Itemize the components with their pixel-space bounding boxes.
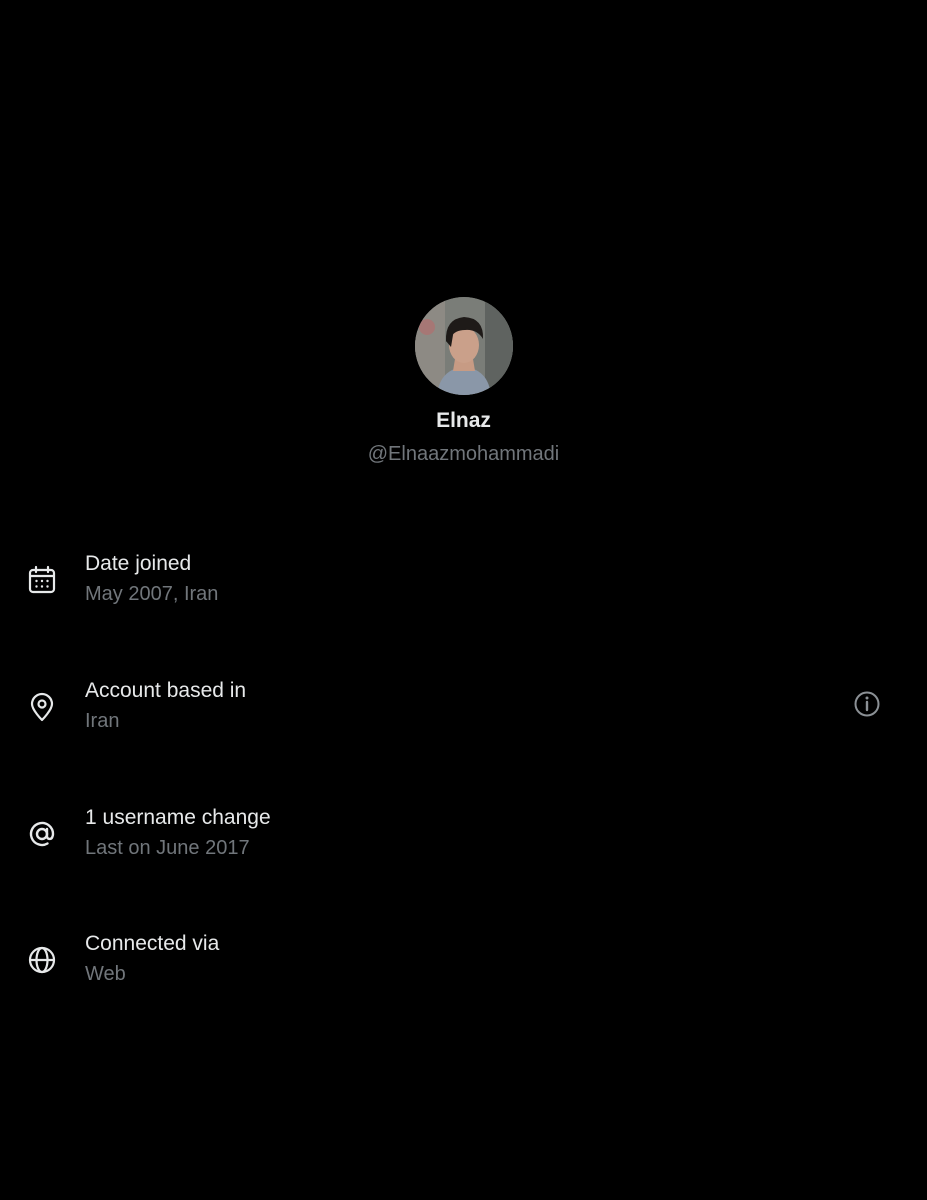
info-button[interactable] (851, 688, 883, 720)
date-joined-title: Date joined (85, 552, 192, 575)
avatar[interactable] (414, 297, 513, 395)
info-icon (854, 691, 880, 717)
connected-via-row: Connected via Web (0, 930, 927, 994)
display-name: Elnaz (436, 409, 491, 432)
username-change-row: 1 username change Last on June 2017 (0, 804, 927, 868)
date-joined-value: May 2007, Iran (85, 583, 219, 605)
at-sign-icon (26, 818, 58, 850)
globe-icon (26, 944, 58, 976)
date-joined-row: Date joined May 2007, Iran (0, 550, 927, 614)
account-based-in-row: Account based in Iran (0, 677, 927, 741)
account-based-in-value: Iran (85, 710, 120, 732)
connected-via-value: Web (85, 963, 126, 985)
connected-via-title: Connected via (85, 932, 220, 955)
calendar-icon (26, 564, 58, 596)
location-pin-icon (26, 691, 58, 723)
profile-header: Elnaz @Elnaazmohammadi (0, 297, 927, 466)
username-change-title: 1 username change (85, 806, 271, 829)
username-change-value: Last on June 2017 (85, 837, 250, 859)
username-handle: @Elnaazmohammadi (367, 443, 560, 465)
avatar-image (414, 297, 513, 395)
account-based-in-title: Account based in (85, 679, 247, 702)
